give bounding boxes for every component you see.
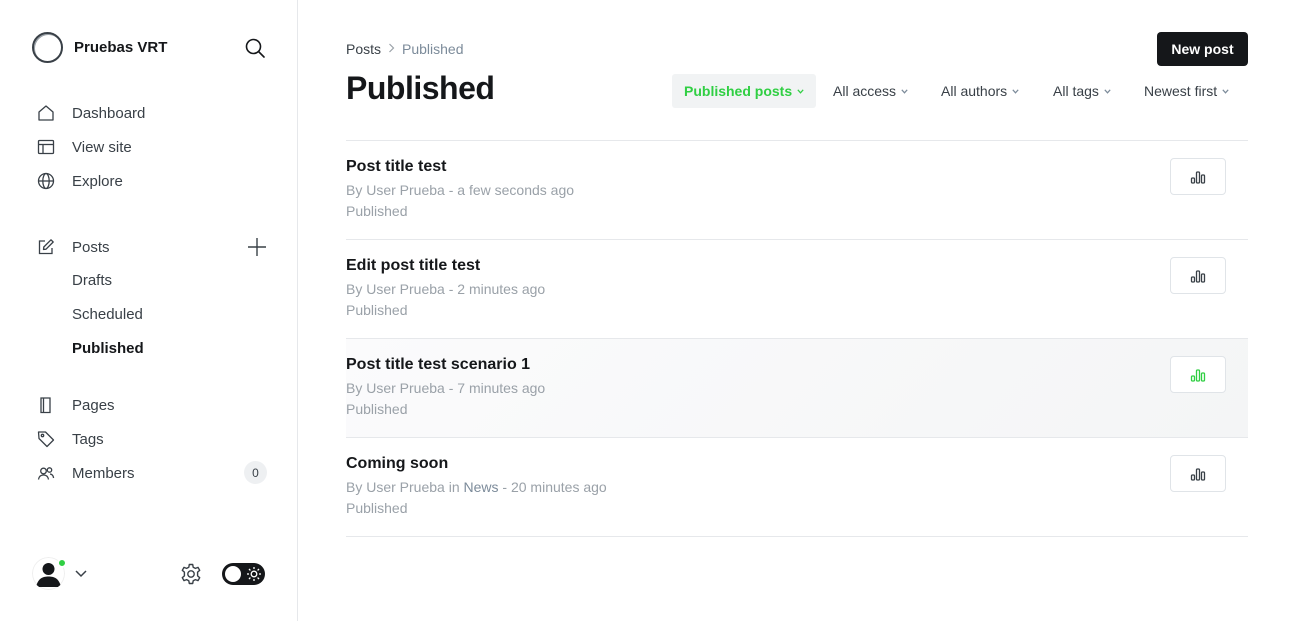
post-time: - 7 minutes ago <box>444 380 546 396</box>
post-title[interactable]: Edit post title test <box>346 257 480 275</box>
sort-order-dropdown[interactable]: Newest first <box>1132 74 1241 108</box>
sidebar-item-published[interactable]: Published <box>72 337 144 361</box>
sidebar-item-members[interactable]: Members <box>36 461 135 485</box>
add-post-icon[interactable] <box>246 236 268 258</box>
page-title: Published <box>346 70 495 106</box>
post-time: - 2 minutes ago <box>444 281 546 297</box>
filter-tags-dropdown[interactable]: All tags <box>1041 74 1123 108</box>
post-status: Published <box>346 401 408 417</box>
post-analytics-button[interactable] <box>1170 158 1226 195</box>
post-status: Published <box>346 500 408 516</box>
bar-chart-icon <box>1190 467 1206 481</box>
post-row[interactable]: Post title test By User Prueba - a few s… <box>346 141 1248 240</box>
sidebar-item-explore[interactable]: Explore <box>36 169 123 193</box>
post-tag-prefix: in <box>444 479 464 495</box>
sidebar-item-scheduled[interactable]: Scheduled <box>72 303 143 327</box>
bar-chart-icon <box>1190 170 1206 184</box>
post-analytics-button[interactable] <box>1170 356 1226 393</box>
chevron-down-icon <box>797 88 804 94</box>
sidebar-item-label: View site <box>72 138 132 156</box>
filter-label: All tags <box>1053 83 1099 99</box>
post-row[interactable]: Coming soon By User Prueba in News - 20 … <box>346 438 1248 537</box>
post-title[interactable]: Coming soon <box>346 455 448 473</box>
tag-icon <box>36 429 56 449</box>
chevron-right-icon <box>388 42 395 56</box>
page-icon <box>36 395 56 415</box>
post-author: By User Prueba <box>346 380 445 396</box>
post-meta: By User Prueba in News - 20 minutes ago <box>346 479 607 495</box>
post-tag-link[interactable]: News <box>464 479 499 495</box>
home-icon <box>36 103 56 123</box>
chevron-down-icon <box>1222 88 1229 94</box>
toggle-knob <box>225 566 241 582</box>
filter-access-dropdown[interactable]: All access <box>821 74 920 108</box>
edit-icon <box>36 237 56 257</box>
filter-label: All authors <box>941 83 1008 99</box>
theme-toggle[interactable] <box>222 563 265 585</box>
post-title[interactable]: Post title test <box>346 158 446 176</box>
new-post-button[interactable]: New post <box>1157 32 1248 66</box>
post-meta: By User Prueba - 2 minutes ago <box>346 281 545 297</box>
site-brand[interactable]: Pruebas VRT <box>32 32 167 63</box>
online-status-dot <box>57 558 67 568</box>
site-name: Pruebas VRT <box>74 39 168 56</box>
sidebar-item-posts[interactable]: Posts <box>36 235 110 259</box>
members-count-badge: 0 <box>244 461 267 484</box>
post-author: By User Prueba <box>346 479 445 495</box>
post-meta: By User Prueba - 7 minutes ago <box>346 380 545 396</box>
chevron-down-icon[interactable] <box>74 568 88 578</box>
sidebar-item-label: Explore <box>72 172 123 190</box>
post-time: - 20 minutes ago <box>498 479 607 495</box>
post-meta: By User Prueba - a few seconds ago <box>346 182 574 198</box>
post-time: - a few seconds ago <box>444 182 575 198</box>
post-analytics-button[interactable] <box>1170 257 1226 294</box>
breadcrumb-posts-link[interactable]: Posts <box>346 41 381 57</box>
sidebar-item-label: Tags <box>72 430 104 448</box>
post-title[interactable]: Post title test scenario 1 <box>346 356 530 374</box>
post-row[interactable]: Edit post title test By User Prueba - 2 … <box>346 240 1248 339</box>
sidebar-item-dashboard[interactable]: Dashboard <box>36 101 145 125</box>
post-row[interactable]: Post title test scenario 1 By User Prueb… <box>346 339 1248 438</box>
filter-label: Newest first <box>1144 83 1218 99</box>
sidebar-item-label: Dashboard <box>72 104 146 122</box>
filter-type-dropdown[interactable]: Published posts <box>672 74 817 108</box>
filter-label: All access <box>833 83 897 99</box>
post-author: By User Prueba <box>346 182 445 198</box>
sidebar-item-drafts[interactable]: Drafts <box>72 269 112 293</box>
breadcrumb: Posts Published <box>346 40 464 58</box>
sidebar-item-view-site[interactable]: View site <box>36 135 132 159</box>
chevron-down-icon <box>1104 88 1111 94</box>
chevron-down-icon <box>1012 88 1019 94</box>
breadcrumb-current: Published <box>402 41 464 57</box>
sun-icon <box>247 567 261 581</box>
post-status: Published <box>346 302 408 318</box>
globe-icon <box>36 171 56 191</box>
sidebar-item-label: Members <box>72 464 135 482</box>
sidebar-item-tags[interactable]: Tags <box>36 427 104 451</box>
search-icon[interactable] <box>244 37 266 59</box>
users-icon <box>36 463 56 483</box>
site-logo <box>32 32 63 63</box>
sidebar-item-label: Pages <box>72 396 115 414</box>
chevron-down-icon <box>901 88 908 94</box>
filter-authors-dropdown[interactable]: All authors <box>929 74 1031 108</box>
post-analytics-button[interactable] <box>1170 455 1226 492</box>
gear-icon[interactable] <box>179 562 203 586</box>
post-author: By User Prueba <box>346 281 445 297</box>
sidebar-item-pages[interactable]: Pages <box>36 393 115 417</box>
sidebar-item-label: Posts <box>72 238 110 256</box>
bar-chart-icon <box>1190 368 1206 382</box>
layout-icon <box>36 137 56 157</box>
sidebar: Pruebas VRT Dashboard View site Explore … <box>0 0 298 621</box>
filter-label: Published posts <box>684 83 793 99</box>
post-status: Published <box>346 203 408 219</box>
bar-chart-icon <box>1190 269 1206 283</box>
